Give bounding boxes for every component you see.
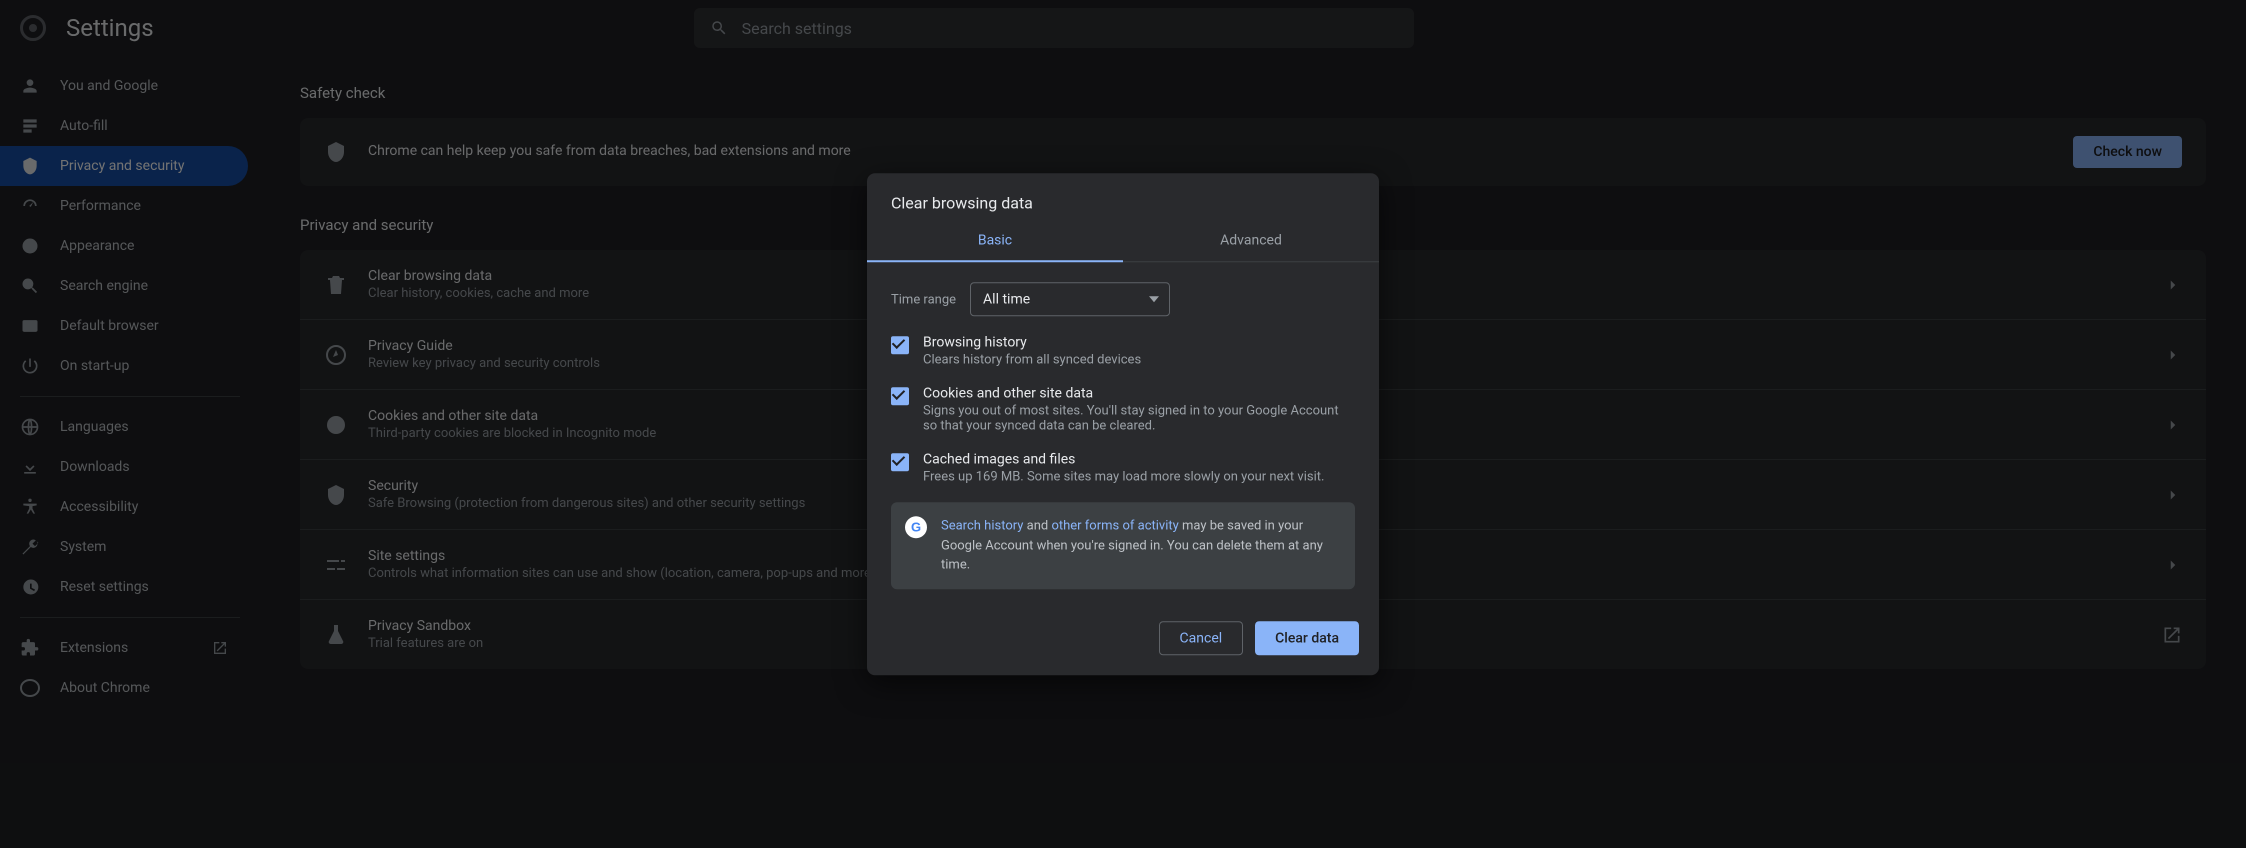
checkbox-cookies[interactable] [891, 387, 909, 405]
checkbox-browsing-history[interactable] [891, 336, 909, 354]
option-title: Cached images and files [923, 451, 1324, 467]
search-history-link[interactable]: Search history [941, 518, 1023, 533]
dialog-title: Clear browsing data [867, 173, 1379, 220]
clear-browsing-data-dialog: Clear browsing data Basic Advanced Time … [867, 173, 1379, 675]
tab-advanced[interactable]: Advanced [1123, 220, 1379, 262]
option-sub: Clears history from all synced devices [923, 352, 1141, 367]
google-account-note: G Search history and other forms of acti… [891, 502, 1355, 589]
checkbox-cached[interactable] [891, 453, 909, 471]
option-title: Browsing history [923, 334, 1141, 350]
time-range-select[interactable]: All time [970, 282, 1170, 316]
other-forms-link[interactable]: other forms of activity [1051, 518, 1178, 533]
option-cached[interactable]: Cached images and files Frees up 169 MB.… [891, 451, 1355, 484]
option-title: Cookies and other site data [923, 385, 1355, 401]
time-range-value: All time [983, 291, 1030, 307]
cancel-button[interactable]: Cancel [1159, 621, 1244, 655]
tab-basic[interactable]: Basic [867, 220, 1123, 262]
option-sub: Signs you out of most sites. You'll stay… [923, 403, 1355, 433]
clear-data-button[interactable]: Clear data [1255, 621, 1359, 655]
dialog-tabs: Basic Advanced [867, 220, 1379, 262]
option-cookies[interactable]: Cookies and other site data Signs you ou… [891, 385, 1355, 433]
chevron-down-icon [1149, 296, 1159, 302]
option-sub: Frees up 169 MB. Some sites may load mor… [923, 469, 1324, 484]
option-browsing-history[interactable]: Browsing history Clears history from all… [891, 334, 1355, 367]
time-range-label: Time range [891, 292, 956, 307]
google-logo-icon: G [905, 516, 927, 538]
